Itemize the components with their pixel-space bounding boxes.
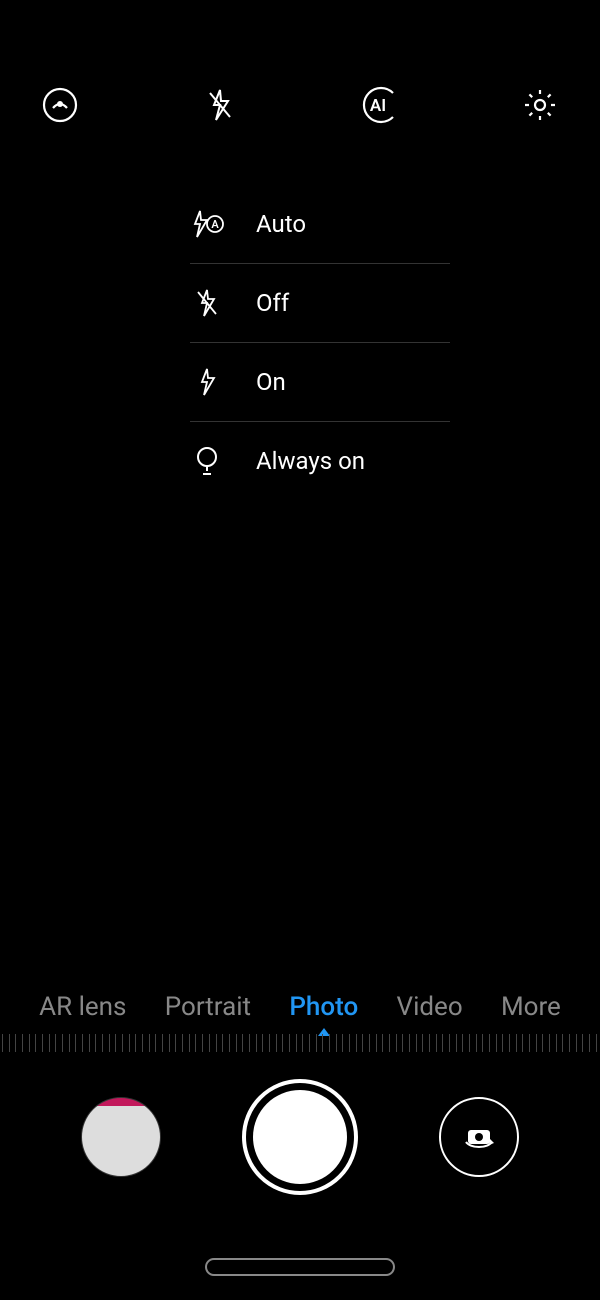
flash-off-icon — [190, 286, 224, 320]
shutter-inner — [253, 1090, 347, 1184]
gear-icon[interactable] — [520, 85, 560, 125]
flash-option-label: Always on — [256, 447, 365, 475]
flash-always-icon — [190, 444, 224, 478]
flash-on-icon — [190, 365, 224, 399]
switch-camera-button[interactable] — [439, 1097, 519, 1177]
flash-option-always[interactable]: Always on — [190, 422, 450, 500]
flash-option-label: Off — [256, 289, 289, 317]
flash-option-label: On — [256, 368, 286, 396]
mode-selector: AR lens Portrait Photo Video More — [0, 992, 600, 1032]
shutter-button[interactable] — [242, 1079, 358, 1195]
home-indicator[interactable] — [205, 1258, 395, 1276]
flash-option-on[interactable]: On — [190, 343, 450, 422]
zoom-ruler[interactable] — [0, 1034, 600, 1060]
svg-text:A: A — [211, 218, 219, 231]
svg-text:AI: AI — [370, 96, 386, 116]
flash-menu: A Auto Off On Always on — [190, 185, 450, 500]
mode-photo[interactable]: Photo — [289, 992, 358, 1022]
beauty-icon[interactable] — [40, 85, 80, 125]
flash-option-off[interactable]: Off — [190, 264, 450, 343]
flash-option-auto[interactable]: A Auto — [190, 185, 450, 264]
ai-icon[interactable]: AI — [360, 85, 400, 125]
mode-video[interactable]: Video — [397, 992, 463, 1022]
flash-auto-icon: A — [190, 207, 224, 241]
mode-more[interactable]: More — [501, 992, 561, 1022]
mode-ar-lens[interactable]: AR lens — [39, 992, 126, 1022]
gallery-thumbnail[interactable] — [81, 1097, 161, 1177]
top-toolbar: AI — [0, 0, 600, 125]
flash-off-icon[interactable] — [200, 85, 240, 125]
bottom-controls — [0, 1079, 600, 1195]
mode-portrait[interactable]: Portrait — [165, 992, 251, 1022]
flash-option-label: Auto — [256, 210, 306, 238]
